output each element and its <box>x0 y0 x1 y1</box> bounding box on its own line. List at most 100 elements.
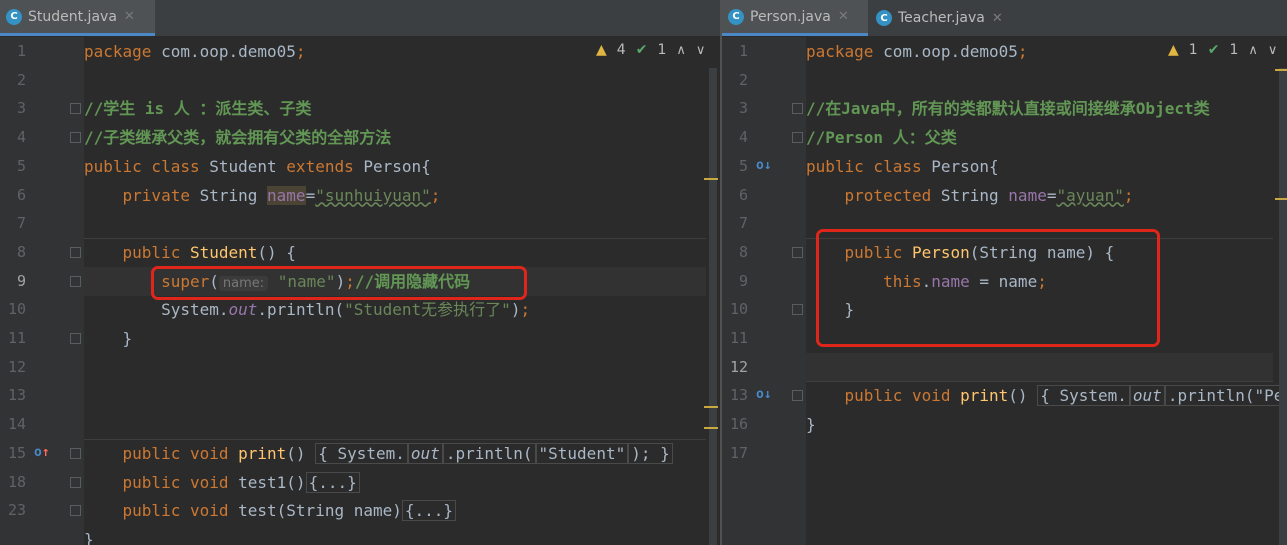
code-token: package <box>806 42 884 61</box>
code-token: ) <box>510 300 521 320</box>
fold-icon[interactable] <box>70 476 81 488</box>
right-editor-pane: C Person.java ✕ C Teacher.java ✕ ▲ 1 ✔ 1… <box>722 0 1287 545</box>
code-token: = <box>305 185 316 205</box>
code-token: () <box>1008 386 1038 406</box>
line-number: 18 <box>7 472 26 491</box>
fold-icon[interactable] <box>70 132 81 144</box>
code-token[interactable]: .println("Pe <box>1164 385 1287 407</box>
code-text: //在Java中，所有的类都默认直接或间接继承Object类 <box>806 94 1210 123</box>
code-token[interactable]: { System. <box>315 442 408 464</box>
chevron-up-icon[interactable]: ∧ <box>676 43 686 58</box>
code-token: //学生 is 人 ：派生类、子类 <box>84 99 312 119</box>
code-token: String <box>199 185 268 205</box>
marker <box>1275 69 1287 71</box>
code-text: //Person 人：父类 <box>806 123 957 152</box>
overridden-icon[interactable]: o↓ <box>756 387 772 402</box>
close-icon[interactable]: ✕ <box>838 9 849 24</box>
line-number: 15 <box>7 443 26 462</box>
overridden-icon[interactable]: o↓ <box>756 158 772 173</box>
fold-icon[interactable] <box>792 304 803 316</box>
fold-icon[interactable] <box>792 246 803 258</box>
code-token: out <box>407 442 443 464</box>
code-token: () { <box>257 242 296 262</box>
fold-icon[interactable] <box>792 132 803 144</box>
line-number: 3 <box>16 99 26 118</box>
chevron-down-icon[interactable]: ∨ <box>1268 43 1278 58</box>
code-text: public class Person{ <box>806 152 999 181</box>
scrollbar[interactable] <box>1279 68 1287 545</box>
fold-icon[interactable] <box>70 246 81 258</box>
chevron-up-icon[interactable]: ∧ <box>1248 43 1258 58</box>
code-token: } <box>84 529 94 545</box>
fold-icon[interactable] <box>70 333 81 344</box>
check-icon: ✔ <box>635 42 648 58</box>
close-icon[interactable]: ✕ <box>124 9 135 24</box>
code-token: "Student" <box>535 442 629 464</box>
check-icon: ✔ <box>1207 42 1220 58</box>
tab-teacher-java[interactable]: C Teacher.java ✕ <box>870 0 1018 36</box>
code-token[interactable]: ); } <box>628 442 673 464</box>
chevron-down-icon[interactable]: ∨ <box>696 43 706 58</box>
fold-icon[interactable] <box>792 103 803 115</box>
code-token: public void <box>122 443 239 463</box>
code-token: System. <box>84 300 229 320</box>
code-token: //Person 人：父类 <box>806 128 957 148</box>
code-token[interactable]: {...} <box>305 471 360 493</box>
line-number: 2 <box>738 70 748 89</box>
fold-icon[interactable] <box>70 447 81 459</box>
code-token: String <box>940 185 1009 205</box>
tab-person-java[interactable]: C Person.java ✕ <box>722 0 868 36</box>
code-token: package <box>84 42 162 61</box>
code-token: ; <box>430 185 441 205</box>
code-token: ; <box>295 42 306 61</box>
line-number: 1 <box>16 42 26 60</box>
inspection-widget[interactable]: ▲ 4 ✔ 1 ∧ ∨ <box>596 42 705 58</box>
fold-icon[interactable] <box>792 390 803 402</box>
marker <box>704 427 718 429</box>
tab-student-java[interactable]: C Student.java ✕ <box>0 0 155 36</box>
line-number: 1 <box>738 42 748 60</box>
tab-label: Teacher.java <box>898 10 985 26</box>
code-text: protected String name="ayuan"; <box>806 181 1134 210</box>
code-token: ; <box>1123 185 1134 205</box>
current-line-highlight <box>806 352 1273 382</box>
line-number: 5 <box>738 156 748 175</box>
code-token: out <box>1129 385 1165 407</box>
fold-icon[interactable] <box>70 275 81 287</box>
code-token: print <box>238 443 287 463</box>
code-token[interactable]: .println( <box>442 442 536 464</box>
code-token[interactable]: { System. <box>1037 385 1130 407</box>
fold-icon[interactable] <box>70 103 81 115</box>
close-icon[interactable]: ✕ <box>992 11 1003 26</box>
java-class-icon: C <box>876 10 892 26</box>
inspection-widget[interactable]: ▲ 1 ✔ 1 ∧ ∨ <box>1168 42 1277 58</box>
marker <box>1275 198 1287 200</box>
code-token: //子类继承父类，就会拥有父类的全部方法 <box>84 128 392 148</box>
code-token: public class <box>84 156 210 176</box>
code-text: public void print() { System. out .println… <box>84 439 673 468</box>
code-text: } <box>84 525 94 545</box>
line-number: 13 <box>7 386 26 405</box>
code-token[interactable]: {...} <box>401 500 457 522</box>
code-token: name <box>1008 185 1047 205</box>
warning-icon: ▲ <box>596 42 607 58</box>
line-number: 7 <box>738 214 748 233</box>
line-number: 6 <box>738 185 748 204</box>
code-text: public class Student extends Person{ <box>84 152 431 181</box>
scrollbar[interactable] <box>709 68 717 545</box>
left-editor-pane: C Student.java ✕ ▲ 4 ✔ 1 ∧ ∨ 1 package co… <box>0 0 720 545</box>
code-text: package com.oop.demo05; <box>806 37 1028 66</box>
marker <box>704 178 718 180</box>
highlight-box <box>151 266 527 300</box>
code-token: name <box>267 185 306 205</box>
fold-icon[interactable] <box>70 505 81 517</box>
code-text: private String name="sunhuiyuan"; <box>84 181 440 210</box>
code-text: public void print() { System. out .println… <box>806 381 1287 410</box>
code-text: public Student() { <box>84 238 296 267</box>
overrides-icon[interactable]: o↑ <box>34 445 50 460</box>
code-text: //学生 is 人 ：派生类、子类 <box>84 94 311 123</box>
